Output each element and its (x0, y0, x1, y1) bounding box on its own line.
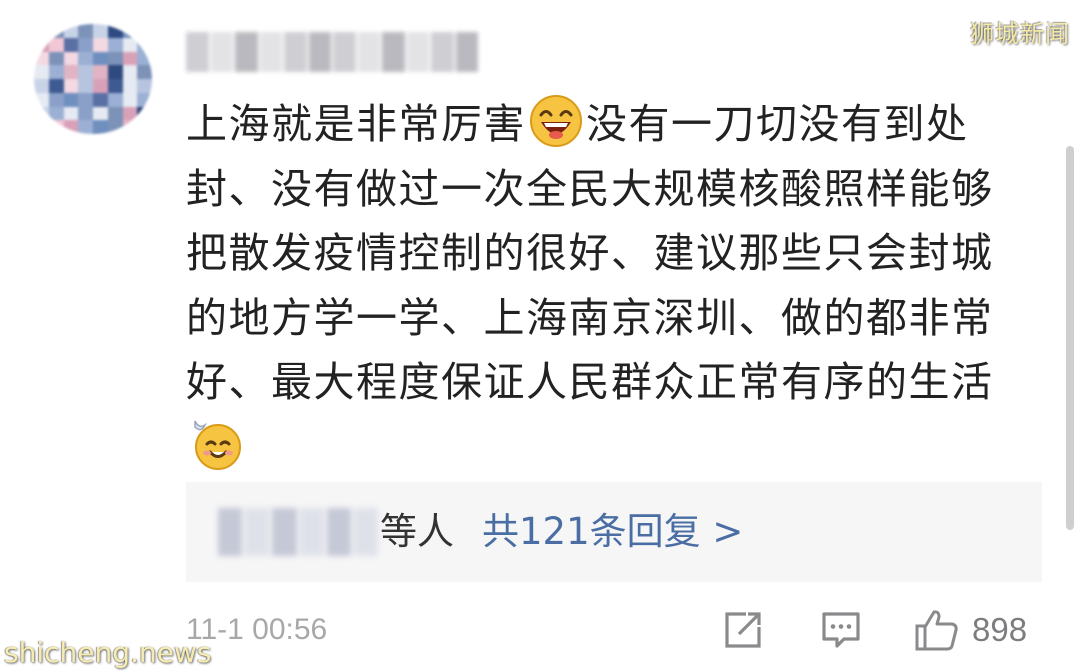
avatar-mosaic-cell (34, 106, 49, 121)
watermark-logo: 狮城新闻 (970, 20, 1070, 48)
like-count: 898 (972, 611, 1028, 648)
reply-button[interactable] (820, 606, 864, 654)
avatar-mosaic-cell (78, 24, 93, 38)
avatar-mosaic-cell (63, 51, 79, 66)
comment-line: 封、没有做过一次全民大规模核酸照样能够 (186, 164, 994, 213)
comment-line: 好、最大程度保证人民群众正常有序的生活 (186, 358, 994, 406)
avatar-mosaic-cell (122, 65, 138, 79)
share-button[interactable] (722, 606, 766, 654)
avatar-mosaic-cell (63, 92, 79, 107)
avatar-mosaic-cell (78, 79, 93, 93)
avatar-mosaic-cell (48, 65, 64, 79)
avatar-mosaic-cell (122, 120, 138, 134)
laughing-emoji-icon (529, 94, 583, 148)
share-icon (725, 612, 761, 648)
avatar-mosaic-cell (93, 92, 108, 107)
comment-line (186, 415, 1026, 480)
avatar-mosaic-cell (63, 106, 79, 121)
comment-card: 狮城新闻 上海就是非常厉害 没有一刀切没有到处 封、没有做过一次全民大规模核酸照… (0, 0, 1080, 672)
avatar-mosaic-cell (78, 120, 93, 134)
avatar-mosaic-cell (122, 24, 138, 38)
view-replies-link[interactable]: 共121条回复 > (482, 506, 743, 558)
avatar-mosaic-cell (137, 92, 152, 107)
avatar-mosaic-cell (137, 37, 152, 52)
comment-line: 把散发疫情控制的很好、建议那些只会封城 (186, 229, 994, 277)
avatar-mosaic-cell (93, 106, 108, 121)
avatar-mosaic-cell (107, 106, 123, 121)
comment-text-segment: 没有一刀切没有到处 (586, 100, 969, 148)
replies-preview[interactable]: 等人 共121条回复 > (186, 482, 1042, 582)
avatar-mosaic-cell (48, 79, 64, 93)
avatar-mosaic-cell (63, 79, 79, 93)
avatar-mosaic-cell (34, 24, 49, 38)
avatar-mosaic-cell (63, 65, 79, 79)
avatar-mosaic-cell (137, 120, 152, 134)
avatar-mosaic-cell (107, 92, 123, 107)
avatar-mosaic-cell (93, 37, 108, 52)
thumbs-up-icon (915, 610, 958, 651)
avatar-mosaic-cell (34, 92, 49, 107)
avatar-mosaic-cell (78, 92, 93, 107)
avatar-mosaic-cell (137, 79, 152, 93)
avatar-mosaic-cell (48, 24, 64, 38)
avatar-mosaic-cell (107, 51, 123, 66)
avatar-mosaic-cell (93, 24, 108, 38)
avatar-mosaic-cell (63, 37, 79, 52)
avatar-mosaic-cell (34, 37, 49, 52)
avatar-mosaic-cell (78, 65, 93, 79)
avatar-mosaic-cell (34, 79, 49, 93)
avatar-mosaic-cell (48, 51, 64, 66)
avatar-mosaic-cell (34, 51, 49, 66)
replier-names-blurred (218, 508, 379, 556)
comment-line: 的地方学一学、上海南京深圳、做的都非常 (186, 293, 994, 342)
avatar-mosaic-cell (107, 65, 123, 79)
avatar-mosaic-cell (93, 65, 108, 79)
avatar-mosaic-cell (107, 120, 123, 134)
avatar-mosaic-cell (63, 24, 79, 38)
avatar-mosaic-cell (34, 120, 49, 134)
avatar-mosaic-cell (93, 51, 108, 66)
like-button[interactable]: 898 (914, 606, 1054, 654)
avatar-mosaic-cell (93, 120, 108, 134)
avatar-mosaic-cell (122, 79, 138, 93)
avatar-mosaic-cell (78, 37, 93, 52)
watermark-site: shicheng.news (4, 636, 212, 669)
avatar-mosaic-cell (48, 120, 64, 134)
comment-body: 上海就是非常厉害 没有一刀切没有到处 封、没有做过一次全民大规模核酸照样能够 把… (186, 92, 1026, 479)
avatar-mosaic-cell (78, 106, 93, 121)
avatar-mosaic-cell (78, 51, 93, 66)
username-blurred[interactable] (186, 32, 478, 72)
avatar-mosaic-cell (34, 65, 49, 79)
avatar-mosaic-cell (137, 51, 152, 66)
avatar-mosaic-cell (63, 120, 79, 134)
avatar-mosaic-cell (137, 24, 152, 38)
comment-line: 上海就是非常厉害 没有一刀切没有到处 (186, 92, 1026, 157)
avatar-mosaic-cell (107, 37, 123, 52)
avatar-mosaic-cell (107, 24, 123, 38)
avatar-mosaic-cell (122, 92, 138, 107)
scrollbar[interactable] (1066, 146, 1074, 530)
avatar-mosaic-cell (122, 51, 138, 66)
relieved-emoji-icon (189, 417, 243, 471)
avatar-mosaic-cell (48, 92, 64, 107)
comment-icon (822, 612, 860, 648)
avatar-mosaic-cell (93, 79, 108, 93)
avatar-mosaic-cell (137, 65, 152, 79)
avatar-mosaic-cell (122, 106, 138, 121)
avatar-mosaic-cell (137, 106, 152, 121)
avatar-mosaic-cell (48, 106, 64, 121)
avatar[interactable] (34, 24, 152, 134)
avatar-mosaic-cell (48, 37, 64, 52)
avatar-mosaic-cell (122, 37, 138, 52)
comment-text-segment: 上海就是非常厉害 (186, 100, 526, 148)
replies-etc-label: 等人 (380, 510, 454, 553)
avatar-mosaic-cell (107, 79, 123, 93)
